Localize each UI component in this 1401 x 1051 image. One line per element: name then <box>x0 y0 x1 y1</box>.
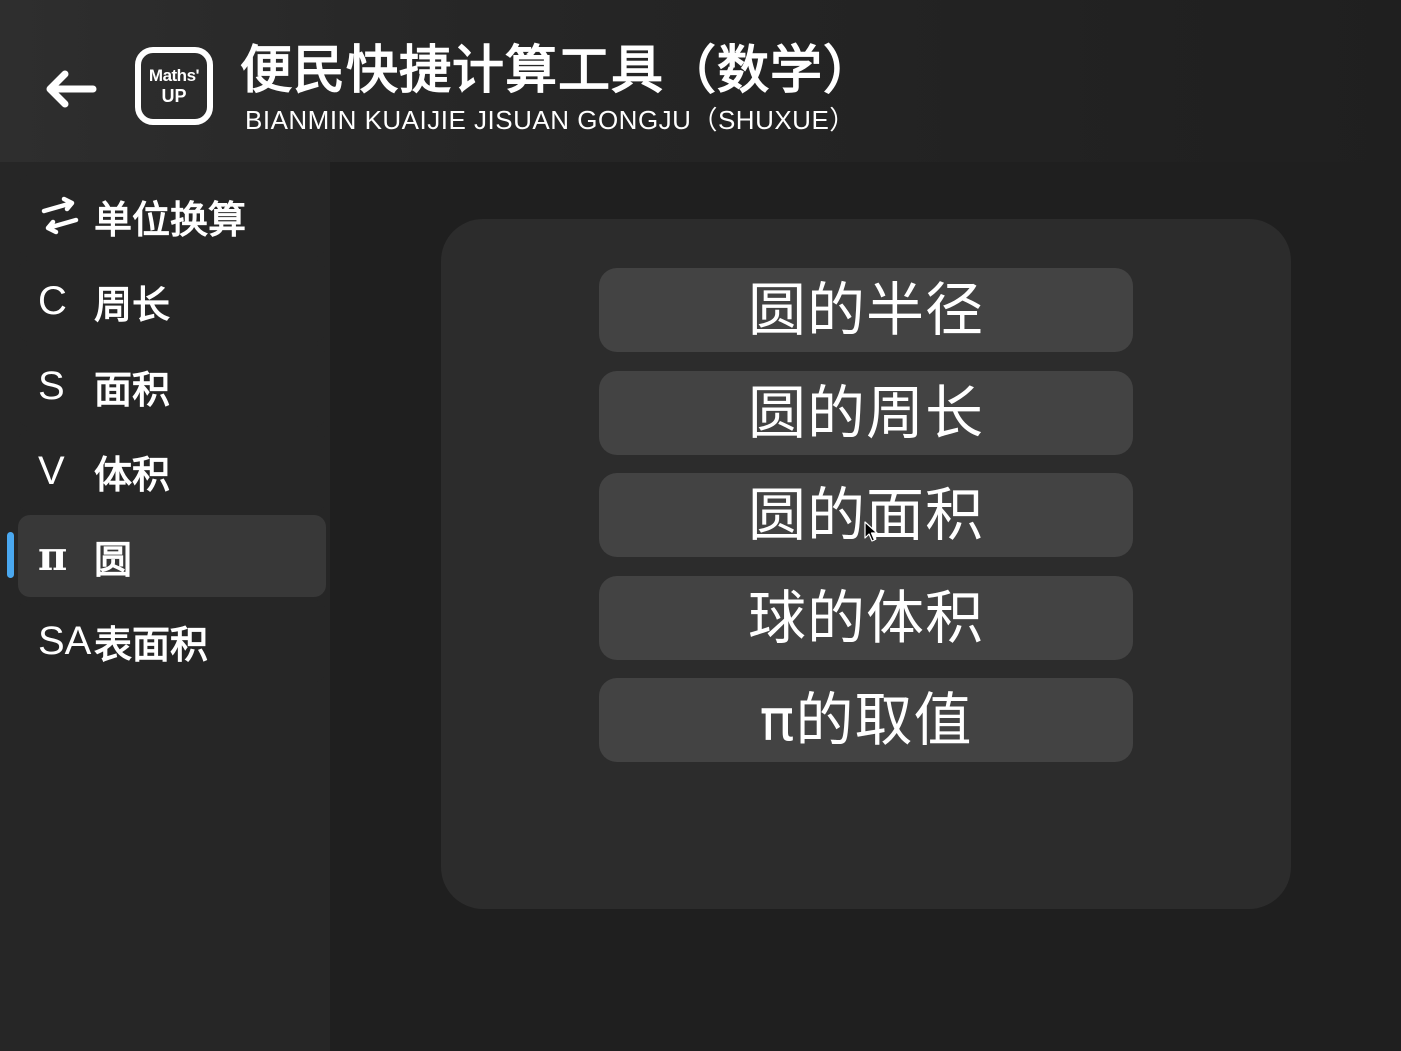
circle-radius-button[interactable]: 圆的半径 <box>599 268 1133 352</box>
circle-perimeter-button[interactable]: 圆的周长 <box>599 371 1133 455</box>
sidebar-item-symbol: V <box>38 448 65 493</box>
logo-line1: Maths' <box>148 66 200 85</box>
sidebar-item-symbol: SA <box>38 618 92 663</box>
swap-arrows-icon <box>38 175 82 257</box>
option-label: 圆的周长 <box>747 379 984 447</box>
sidebar-item-perimeter[interactable]: C 周长 <box>18 260 326 342</box>
sidebar-item-label: 表面积 <box>94 622 209 667</box>
sidebar-item-surface-area[interactable]: SA 表面积 <box>18 600 326 682</box>
options-panel: 圆的半径 圆的周长 圆的面积 球的体积 π的取值 <box>441 219 1291 909</box>
pi-value-button[interactable]: π的取值 <box>599 678 1133 762</box>
option-label: 圆的面积 <box>747 481 984 549</box>
sidebar-item-symbol: S <box>38 363 65 408</box>
sidebar-item-symbol: π <box>38 532 68 580</box>
arrow-left-icon <box>46 70 97 108</box>
app-subtitle: BIANMIN KUAIJIE JISUAN GONGJU（SHUXUE） <box>245 105 856 135</box>
sidebar-item-label: 单位换算 <box>94 197 247 242</box>
back-button[interactable] <box>36 60 102 118</box>
logo-line2: UP <box>161 86 187 106</box>
sidebar-item-symbol: C <box>38 278 67 323</box>
app-title: 便民快捷计算工具（数学） <box>240 41 877 101</box>
sidebar: 单位换算 C 周长 S 面积 V 体积 π 圆 SA 表面积 <box>0 162 330 1051</box>
option-label: π的取值 <box>759 686 973 754</box>
mouse-cursor-icon <box>864 521 878 542</box>
app-logo: Maths' UP <box>135 47 213 125</box>
active-indicator <box>7 532 14 578</box>
sidebar-item-volume[interactable]: V 体积 <box>18 430 326 512</box>
sidebar-item-label: 面积 <box>94 367 171 412</box>
sidebar-item-label: 体积 <box>94 452 171 497</box>
title-bar: Maths' UP 便民快捷计算工具（数学） BIANMIN KUAIJIE J… <box>0 0 1401 162</box>
option-label: 球的体积 <box>747 584 984 652</box>
sidebar-item-circle[interactable]: π 圆 <box>18 515 326 597</box>
sidebar-item-area[interactable]: S 面积 <box>18 345 326 427</box>
sidebar-item-label: 圆 <box>94 537 133 582</box>
option-label: 圆的半径 <box>747 276 984 344</box>
sphere-volume-button[interactable]: 球的体积 <box>599 576 1133 660</box>
sidebar-item-label: 周长 <box>94 282 171 327</box>
circle-area-button[interactable]: 圆的面积 <box>599 473 1133 557</box>
sidebar-item-unit-conversion[interactable]: 单位换算 <box>18 175 326 257</box>
